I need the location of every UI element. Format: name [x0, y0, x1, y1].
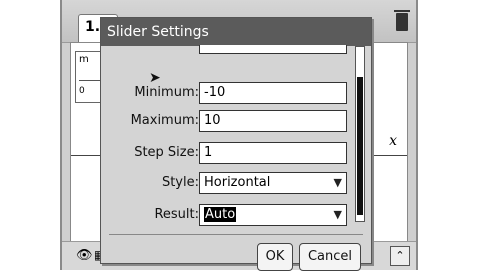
scrolled-field: [199, 45, 347, 54]
result-select[interactable]: Auto ▼: [199, 204, 347, 226]
style-value: Horizontal: [204, 175, 271, 190]
maximum-input[interactable]: 10: [199, 110, 347, 132]
cancel-button[interactable]: Cancel: [299, 243, 361, 271]
slider-settings-dialog: Slider Settings Minimum: -10 Maximum: 10…: [100, 17, 372, 271]
dialog-scrollbar[interactable]: [355, 46, 365, 222]
step-size-input[interactable]: 1: [199, 142, 347, 164]
result-label: Result:: [154, 207, 199, 222]
chevron-down-icon[interactable]: ▼: [334, 176, 342, 189]
chevron-down-icon[interactable]: ▼: [334, 208, 342, 221]
scrollbar-thumb[interactable]: [357, 77, 363, 215]
expand-icon[interactable]: ⌃: [390, 246, 410, 266]
button-divider: [109, 234, 363, 235]
style-select[interactable]: Horizontal ▼: [199, 172, 347, 194]
x-axis-label: x: [389, 133, 397, 149]
result-value: Auto: [204, 207, 237, 222]
dialog-title: Slider Settings: [101, 18, 371, 46]
slider-ticks: 0: [79, 86, 85, 96]
maximum-label: Maximum:: [130, 113, 199, 128]
ok-button[interactable]: OK: [257, 243, 293, 271]
trash-icon[interactable]: [394, 10, 410, 31]
eye-icon[interactable]: 👁: [76, 248, 93, 263]
minimum-input[interactable]: -10: [199, 82, 347, 104]
step-size-label: Step Size:: [134, 145, 199, 160]
style-label: Style:: [161, 175, 199, 190]
slider-variable-label: m: [79, 54, 89, 65]
mouse-pointer-icon: ➤: [149, 70, 161, 86]
